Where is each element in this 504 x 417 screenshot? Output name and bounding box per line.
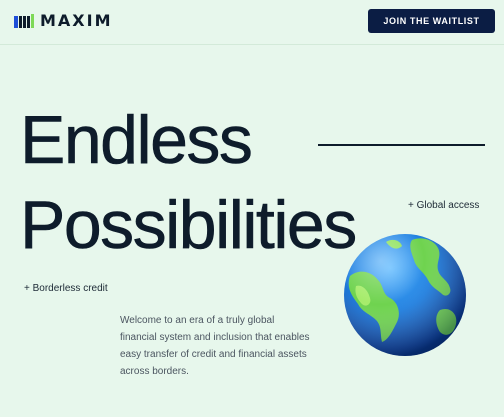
borderless-credit-note: + Borderless credit [24, 283, 108, 294]
maxim-logo-icon [14, 13, 34, 28]
brand-logo[interactable]: MAXIM [14, 11, 113, 30]
brand-name: MAXIM [40, 11, 113, 30]
hero-title-line-2: Possibilities [20, 187, 358, 263]
site-header: MAXIM JOIN THE WAITLIST [0, 0, 504, 45]
earth-globe-icon [344, 234, 466, 356]
join-waitlist-button[interactable]: JOIN THE WAITLIST [368, 9, 495, 33]
hero-title-line-1: Endless [20, 102, 254, 178]
global-access-note: + Global access [408, 200, 480, 211]
hero-divider [318, 144, 485, 146]
hero-description: Welcome to an era of a truly global fina… [120, 315, 310, 377]
